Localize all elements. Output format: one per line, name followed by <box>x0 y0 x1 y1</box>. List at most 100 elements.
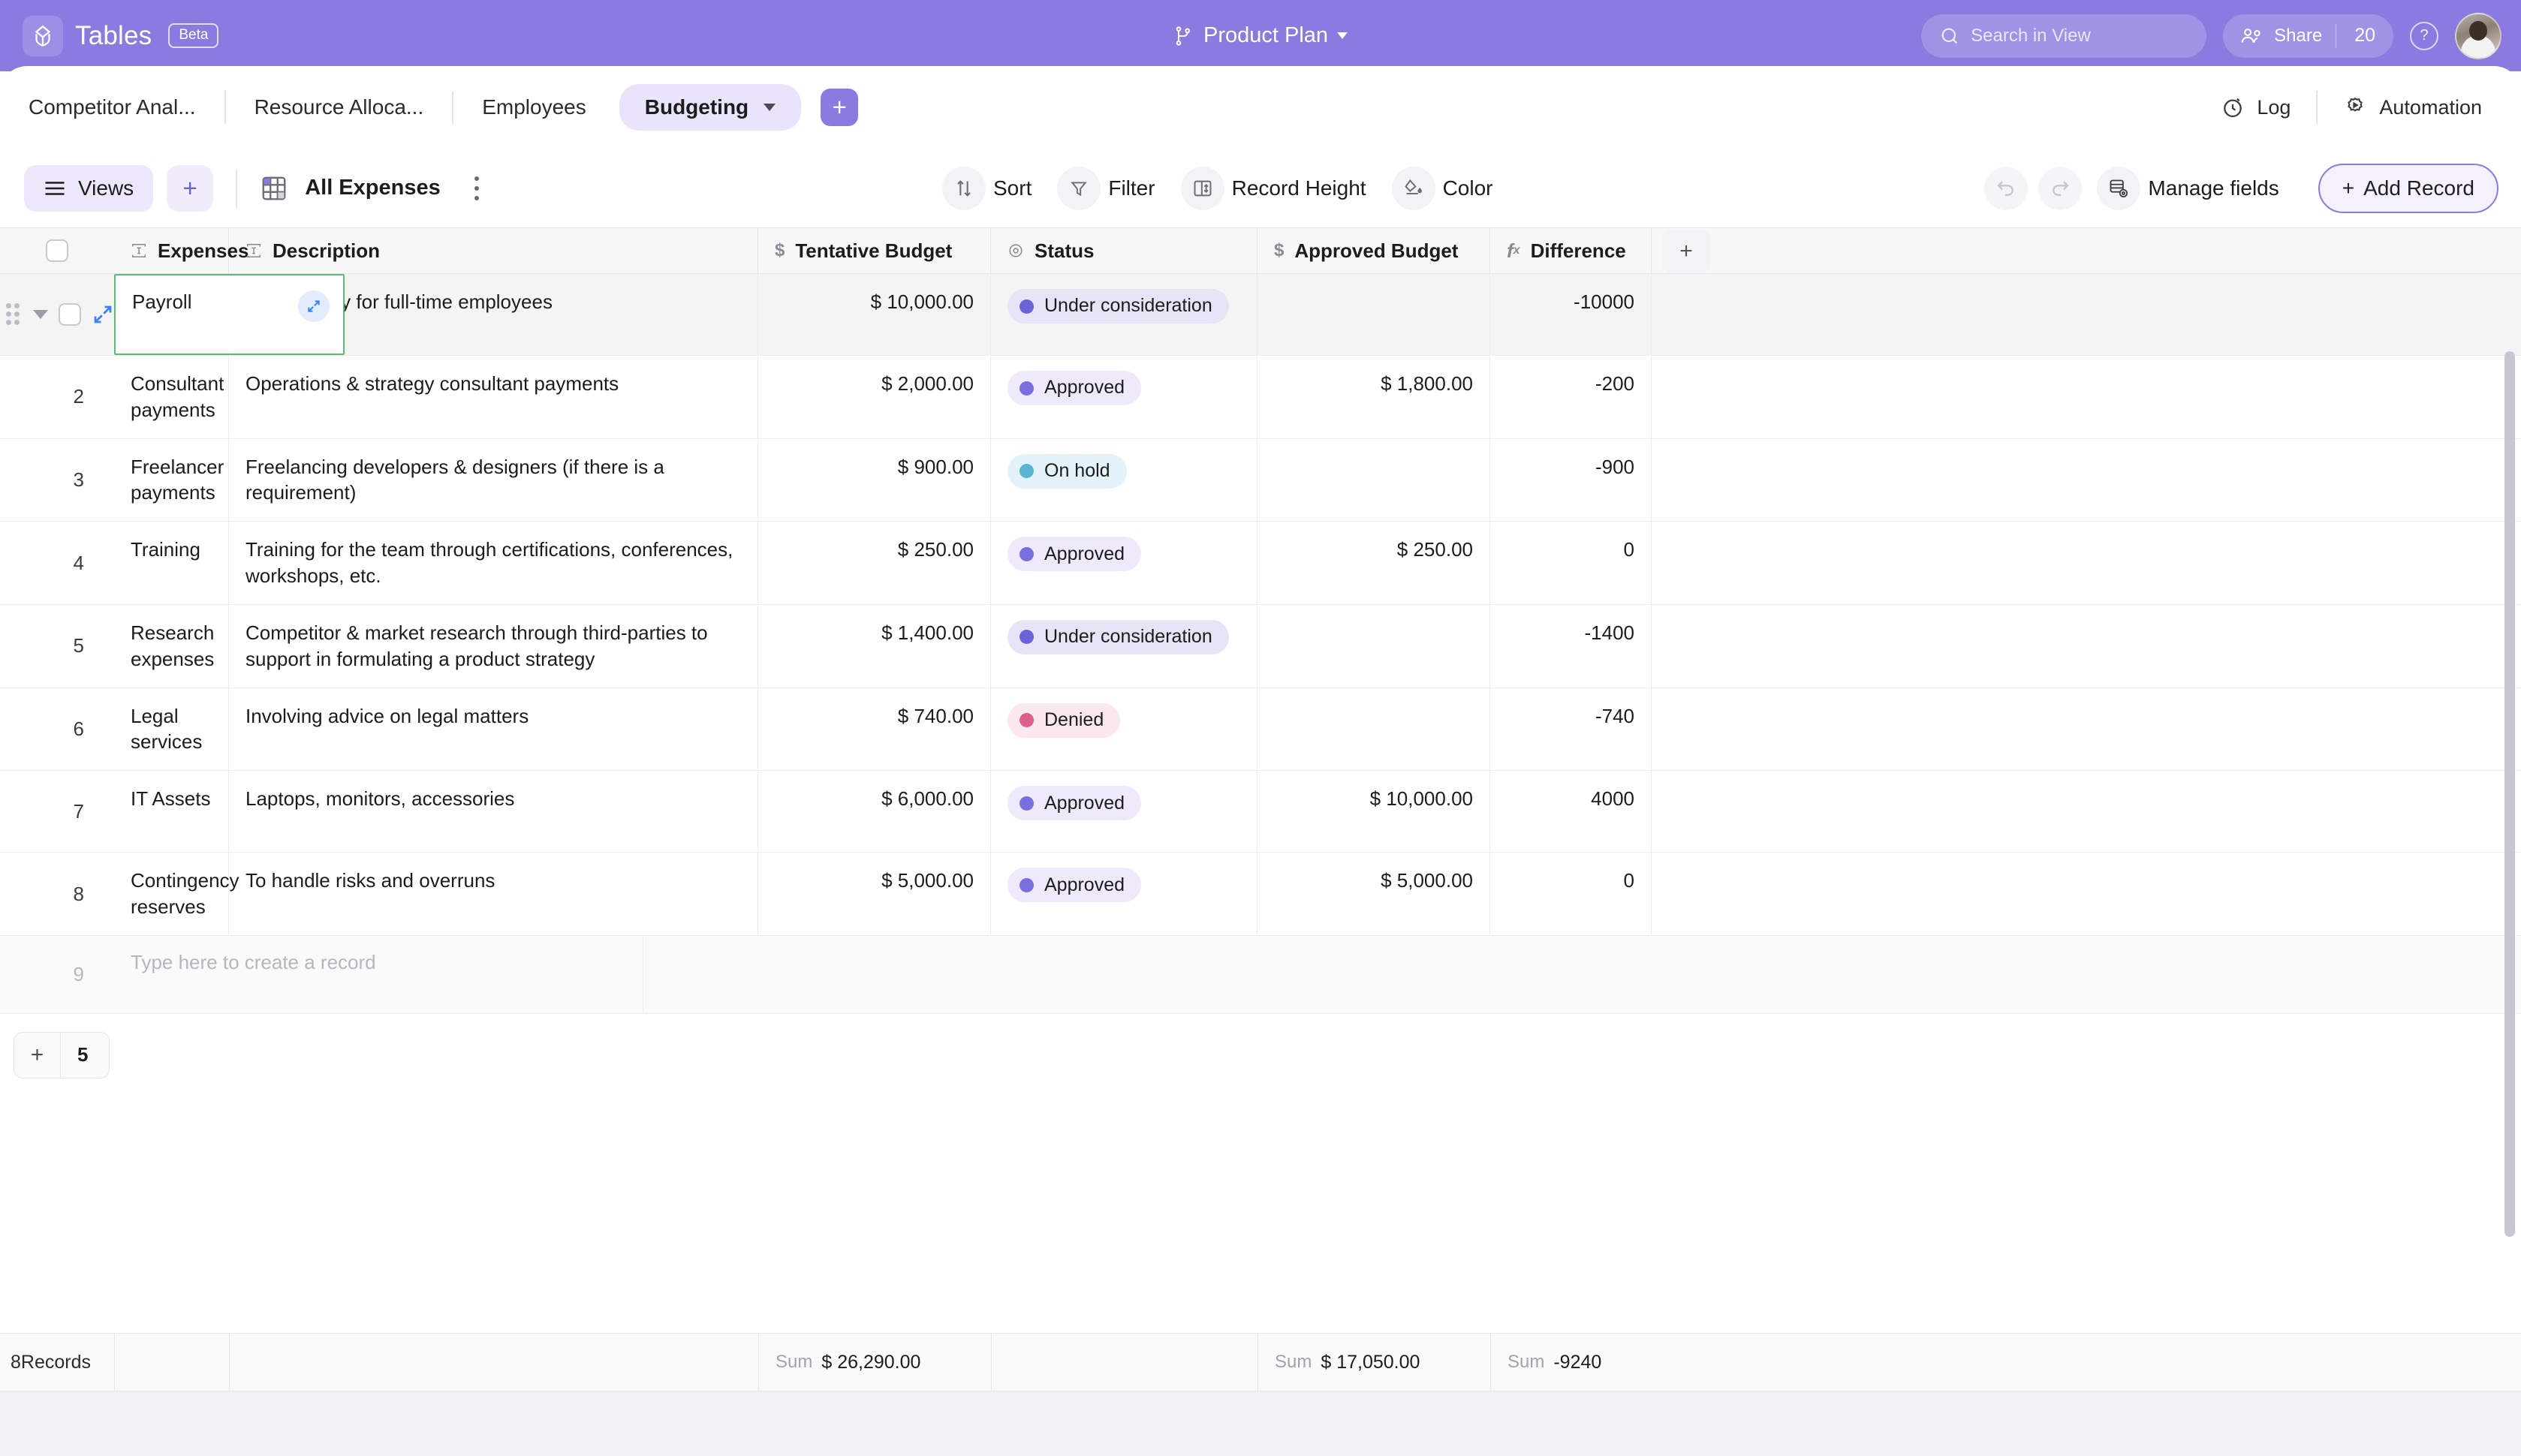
vertical-scrollbar[interactable] <box>2504 351 2515 1237</box>
views-button[interactable]: Views <box>24 165 153 212</box>
add-view-button[interactable]: + <box>167 165 213 212</box>
column-header-tentative-budget[interactable]: $ Tentative Budget <box>758 228 991 273</box>
cell-status[interactable]: Approved <box>991 522 1257 604</box>
cell-description[interactable]: Training for the team through certificat… <box>229 522 758 604</box>
help-icon[interactable]: ? <box>2410 22 2438 50</box>
add-rows-count[interactable]: 5 <box>61 1043 88 1066</box>
cell-description[interactable]: To handle risks and overruns <box>229 853 758 935</box>
filter-button[interactable]: Filter <box>1057 167 1170 210</box>
cell-approved-budget[interactable] <box>1257 605 1490 687</box>
cell-expenses[interactable]: Legal services <box>114 688 229 771</box>
summary-tentative-budget[interactable]: Sum $ 26,290.00 <box>758 1333 991 1391</box>
table-row[interactable]: 2 Consultant payments Operations & strat… <box>0 356 2521 439</box>
cell-tentative-budget[interactable]: $ 10,000.00 <box>758 274 991 355</box>
tab-employees[interactable]: Employees <box>453 95 615 119</box>
cell-tentative-budget[interactable]: $ 740.00 <box>758 688 991 771</box>
cell-status[interactable]: Approved <box>991 771 1257 852</box>
summary-expenses[interactable] <box>114 1333 229 1391</box>
plus-icon[interactable]: + <box>14 1033 61 1078</box>
new-record-placeholder[interactable]: Type here to create a record <box>114 936 643 1013</box>
cell-expenses[interactable]: IT Assets <box>114 771 229 852</box>
cell-difference[interactable]: -740 <box>1490 688 1652 771</box>
cell-expenses[interactable]: Training <box>114 522 229 604</box>
sort-button[interactable]: Sort <box>942 167 1047 210</box>
add-field-button[interactable]: + <box>1662 230 1710 273</box>
cell-approved-budget[interactable] <box>1257 688 1490 771</box>
cell-approved-budget[interactable]: $ 10,000.00 <box>1257 771 1490 852</box>
new-record-row[interactable]: 9 Type here to create a record <box>0 936 2521 1014</box>
cell-expenses[interactable]: Consultant payments <box>114 356 229 438</box>
summary-status[interactable] <box>991 1333 1257 1391</box>
table-row[interactable]: 5 Research expenses Competitor & market … <box>0 605 2521 688</box>
chevron-down-icon[interactable] <box>1337 32 1348 39</box>
view-options-icon[interactable] <box>462 170 492 207</box>
column-header-status[interactable]: Status <box>991 228 1257 273</box>
select-all-checkbox[interactable] <box>46 239 68 262</box>
cell-expenses-editing[interactable]: Payroll <box>114 274 345 355</box>
document-title[interactable]: Product Plan <box>1173 23 1348 48</box>
table-row[interactable]: 7 IT Assets Laptops, monitors, accessori… <box>0 771 2521 853</box>
cell-difference[interactable]: -900 <box>1490 439 1652 522</box>
cell-difference[interactable]: 0 <box>1490 853 1652 935</box>
cell-tentative-budget[interactable]: $ 6,000.00 <box>758 771 991 852</box>
summary-approved-budget[interactable]: Sum $ 17,050.00 <box>1257 1333 1490 1391</box>
cell-expenses[interactable]: Research expenses <box>114 605 229 687</box>
row-collapse-icon[interactable] <box>33 310 48 319</box>
chevron-down-icon[interactable] <box>764 104 776 111</box>
row-checkbox[interactable] <box>59 303 81 326</box>
brand[interactable]: Tables Beta <box>23 16 218 56</box>
cell-tentative-budget[interactable]: $ 1,400.00 <box>758 605 991 687</box>
cell-approved-budget[interactable] <box>1257 274 1490 355</box>
column-header-approved-budget[interactable]: $ Approved Budget <box>1257 228 1490 273</box>
record-height-button[interactable]: Record Height <box>1181 167 1381 210</box>
cell-tentative-budget[interactable]: $ 5,000.00 <box>758 853 991 935</box>
redo-button[interactable] <box>2038 167 2082 210</box>
cell-difference[interactable]: -1400 <box>1490 605 1652 687</box>
share-button[interactable]: Share 20 <box>2223 14 2393 58</box>
avatar[interactable] <box>2455 13 2501 59</box>
table-row[interactable]: 6 Legal services Involving advice on leg… <box>0 688 2521 772</box>
view-name[interactable]: All Expenses <box>305 176 441 200</box>
undo-button[interactable] <box>1984 167 2028 210</box>
column-header-expenses[interactable]: Expenses <box>114 228 229 273</box>
cell-description[interactable]: Laptops, monitors, accessories <box>229 771 758 852</box>
cell-approved-budget[interactable]: $ 5,000.00 <box>1257 853 1490 935</box>
search-input[interactable]: Search in View <box>1921 14 2206 58</box>
cell-approved-budget[interactable] <box>1257 439 1490 522</box>
cell-difference[interactable]: -200 <box>1490 356 1652 438</box>
cell-approved-budget[interactable]: $ 250.00 <box>1257 522 1490 604</box>
drag-handle-icon[interactable] <box>6 303 23 326</box>
cell-difference[interactable]: -10000 <box>1490 274 1652 355</box>
add-record-button[interactable]: + Add Record <box>2318 164 2498 213</box>
cell-status[interactable]: On hold <box>991 439 1257 522</box>
cell-tentative-budget[interactable]: $ 250.00 <box>758 522 991 604</box>
add-rows-stepper[interactable]: + 5 <box>14 1032 110 1078</box>
cell-description[interactable]: Involving advice on legal matters <box>229 688 758 771</box>
cell-approved-budget[interactable]: $ 1,800.00 <box>1257 356 1490 438</box>
tab-resource-allocation[interactable]: Resource Alloca... <box>226 95 453 119</box>
table-row[interactable]: 3 Freelancer payments Freelancing develo… <box>0 439 2521 522</box>
cell-expenses[interactable]: Contingency reserves <box>114 853 229 935</box>
cell-difference[interactable]: 0 <box>1490 522 1652 604</box>
manage-fields-button[interactable]: Manage fields <box>2097 167 2294 210</box>
cell-status[interactable]: Approved <box>991 356 1257 438</box>
color-button[interactable]: Color <box>1392 167 1508 210</box>
cell-description[interactable]: Operations & strategy consultant payment… <box>229 356 758 438</box>
summary-difference[interactable]: Sum -9240 <box>1490 1333 1652 1391</box>
select-all-cell[interactable] <box>0 228 114 273</box>
tab-competitor-analysis[interactable]: Competitor Anal... <box>0 95 224 119</box>
cell-status[interactable]: Under consideration <box>991 605 1257 687</box>
cell-status[interactable]: Approved <box>991 853 1257 935</box>
cell-expenses[interactable]: Freelancer payments <box>114 439 229 522</box>
table-row[interactable]: Payroll Monthly pay for full-time employ… <box>0 274 2521 356</box>
cell-difference[interactable]: 4000 <box>1490 771 1652 852</box>
column-header-difference[interactable]: fx Difference <box>1490 228 1652 273</box>
cell-description[interactable]: Freelancing developers & designers (if t… <box>229 439 758 522</box>
cell-status[interactable]: Denied <box>991 688 1257 771</box>
add-table-button[interactable]: + <box>821 89 858 126</box>
summary-description[interactable] <box>229 1333 758 1391</box>
table-row[interactable]: 8 Contingency reserves To handle risks a… <box>0 853 2521 936</box>
tab-budgeting[interactable]: Budgeting <box>619 84 801 131</box>
table-row[interactable]: 4 Training Training for the team through… <box>0 522 2521 605</box>
cell-tentative-budget[interactable]: $ 2,000.00 <box>758 356 991 438</box>
